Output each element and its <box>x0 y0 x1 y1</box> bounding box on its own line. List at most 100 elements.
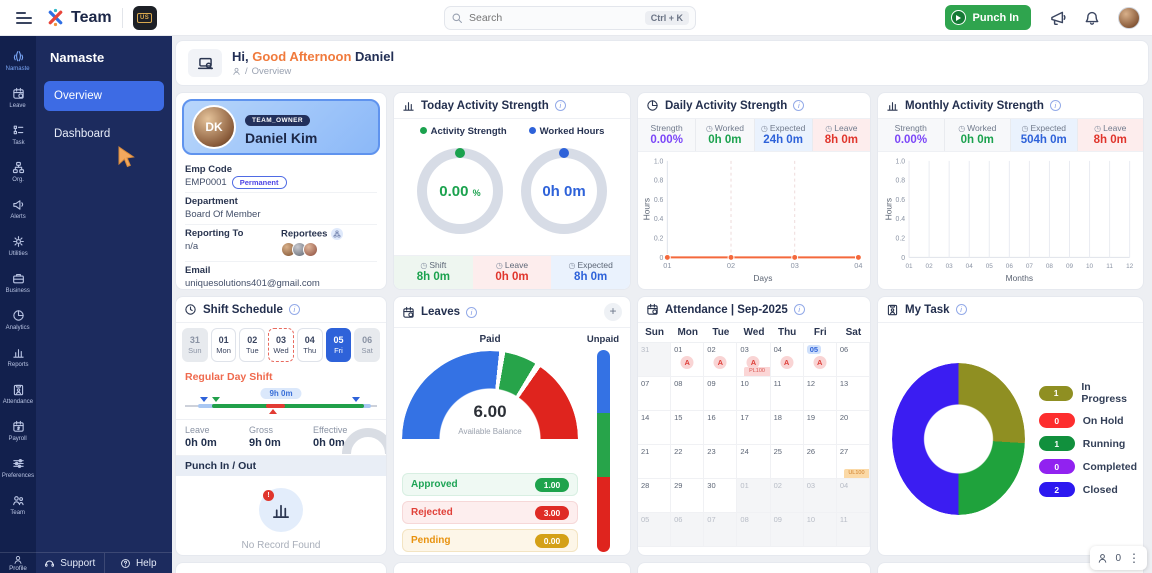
profile-header[interactable]: DK TEAM_OWNER Daniel Kim <box>182 99 380 155</box>
legend-completed[interactable]: 0Completed <box>1039 459 1137 474</box>
kebab-menu-icon[interactable] <box>1128 549 1140 567</box>
calendar-cell[interactable]: 14 <box>638 411 671 445</box>
calendar-cell[interactable]: 04 <box>837 479 870 513</box>
calendar-cell[interactable]: 15 <box>671 411 704 445</box>
calendar-cell[interactable]: 08 <box>671 377 704 411</box>
sidebar-item-reports[interactable]: Reports <box>0 338 36 375</box>
calendar-cell[interactable]: 25 <box>771 445 804 479</box>
announcements-icon[interactable] <box>1049 9 1066 26</box>
add-leave-button[interactable] <box>604 303 622 321</box>
day-pill[interactable]: 01Mon <box>211 328 237 362</box>
day-pill-selected[interactable]: 05Fri <box>326 328 352 362</box>
sidebar-item-profile[interactable]: Profile <box>0 552 36 573</box>
legend-on-hold[interactable]: 0On Hold <box>1039 413 1137 428</box>
floating-widget[interactable]: 0 <box>1090 546 1147 570</box>
support-button[interactable]: Support <box>36 553 104 573</box>
calendar-cell[interactable]: 26 <box>804 445 837 479</box>
legend-in-progress[interactable]: 1In Progress <box>1039 381 1137 405</box>
pending-row[interactable]: Pending0.00 <box>402 529 578 552</box>
calendar-cell[interactable]: 30 <box>704 479 737 513</box>
day-pill[interactable]: 04Thu <box>297 328 323 362</box>
app-logo[interactable]: Team <box>46 8 112 27</box>
calendar-cell[interactable]: 07 <box>638 377 671 411</box>
calendar-cell[interactable]: 08 <box>737 513 770 547</box>
sidebar-item-namaste[interactable]: Namaste <box>0 42 36 79</box>
calendar-cell[interactable]: 06 <box>837 343 870 377</box>
info-icon[interactable] <box>289 304 300 315</box>
info-icon[interactable] <box>555 100 566 111</box>
task-donut-chart <box>892 363 1025 515</box>
sidebar-item-business[interactable]: Business <box>0 264 36 301</box>
calendar-cell[interactable]: 29 <box>671 479 704 513</box>
shift-stats: Leave0h 0m Gross9h 0m Effective0h 0m <box>176 420 386 456</box>
reportee-avatars[interactable] <box>281 242 377 257</box>
calendar-cell[interactable]: 07 <box>704 513 737 547</box>
hierarchy-icon[interactable] <box>331 228 343 240</box>
info-icon[interactable] <box>1050 100 1061 111</box>
info-icon[interactable] <box>794 304 805 315</box>
notifications-bell-icon[interactable] <box>1084 10 1100 26</box>
info-icon[interactable] <box>466 307 477 318</box>
sidebar-item-org[interactable]: Org. <box>0 153 36 190</box>
calendar-cell[interactable]: 13 <box>837 377 870 411</box>
calendar-cell[interactable]: 28 <box>638 479 671 513</box>
day-pill[interactable]: 06Sat <box>354 328 380 362</box>
calendar-cell[interactable]: 02 <box>771 479 804 513</box>
calendar-cell[interactable]: 09 <box>771 513 804 547</box>
calendar-cell[interactable]: 23 <box>704 445 737 479</box>
info-icon[interactable] <box>956 304 967 315</box>
calendar-cell[interactable]: 10 <box>737 377 770 411</box>
calendar-cell[interactable]: 19 <box>804 411 837 445</box>
calendar-cell[interactable]: 02A <box>704 343 737 377</box>
calendar-cell[interactable]: 01 <box>737 479 770 513</box>
hamburger-menu-icon[interactable] <box>16 12 32 24</box>
calendar-cell[interactable]: 21 <box>638 445 671 479</box>
legend-closed[interactable]: 2Closed <box>1039 482 1137 497</box>
sidebar-item-task[interactable]: Task <box>0 116 36 153</box>
breadcrumb[interactable]: Overview <box>232 66 394 77</box>
calendar-cell[interactable]: 05A <box>804 343 837 377</box>
calendar-cell[interactable]: 09 <box>704 377 737 411</box>
calendar-cell[interactable]: 17 <box>737 411 770 445</box>
calendar-cell[interactable]: 27UL100 <box>837 445 870 479</box>
rejected-row[interactable]: Rejected3.00 <box>402 501 578 524</box>
panel-item-dashboard[interactable]: Dashboard <box>44 119 164 149</box>
sidebar-item-analytics[interactable]: Analytics <box>0 301 36 338</box>
calendar-cell[interactable]: 22 <box>671 445 704 479</box>
calendar-cell[interactable]: 04A <box>771 343 804 377</box>
user-avatar[interactable] <box>1118 7 1140 29</box>
calendar-cell[interactable]: 06 <box>671 513 704 547</box>
calendar-cell[interactable]: 24 <box>737 445 770 479</box>
info-icon[interactable] <box>793 100 804 111</box>
help-button[interactable]: Help <box>104 553 173 573</box>
sidebar-item-preferences[interactable]: Preferences <box>0 449 36 486</box>
sidebar-item-leave[interactable]: Leave <box>0 79 36 116</box>
calendar-cell[interactable]: 01A <box>671 343 704 377</box>
calendar-cell[interactable]: 31 <box>638 343 671 377</box>
approved-row[interactable]: Approved1.00 <box>402 473 578 496</box>
panel-item-overview[interactable]: Overview <box>44 81 164 111</box>
sidebar-item-team[interactable]: Team <box>0 486 36 523</box>
sidebar-item-payroll[interactable]: Payroll <box>0 412 36 449</box>
global-search[interactable]: Ctrl + K <box>444 6 696 30</box>
punch-in-button[interactable]: Punch In <box>945 5 1031 30</box>
company-logo[interactable]: US <box>133 6 157 30</box>
sidebar-item-alerts[interactable]: Alerts <box>0 190 36 227</box>
sidebar-item-utilities[interactable]: Utilities <box>0 227 36 264</box>
calendar-cell[interactable]: 18 <box>771 411 804 445</box>
day-pill[interactable]: 03Wed <box>268 328 294 362</box>
calendar-cell[interactable]: 05 <box>638 513 671 547</box>
calendar-cell[interactable]: 12 <box>804 377 837 411</box>
search-input[interactable] <box>469 12 639 24</box>
sidebar-item-attendance[interactable]: Attendance <box>0 375 36 412</box>
calendar-cell[interactable]: 03 <box>804 479 837 513</box>
calendar-cell[interactable]: 11 <box>837 513 870 547</box>
calendar-cell[interactable]: 10 <box>804 513 837 547</box>
calendar-cell[interactable]: 11 <box>771 377 804 411</box>
calendar-cell[interactable]: 20 <box>837 411 870 445</box>
day-pill[interactable]: 31Sun <box>182 328 208 362</box>
calendar-cell[interactable]: 03APL100 <box>737 343 770 377</box>
calendar-cell[interactable]: 16 <box>704 411 737 445</box>
day-pill[interactable]: 02Tue <box>239 328 265 362</box>
legend-running[interactable]: 1Running <box>1039 436 1137 451</box>
